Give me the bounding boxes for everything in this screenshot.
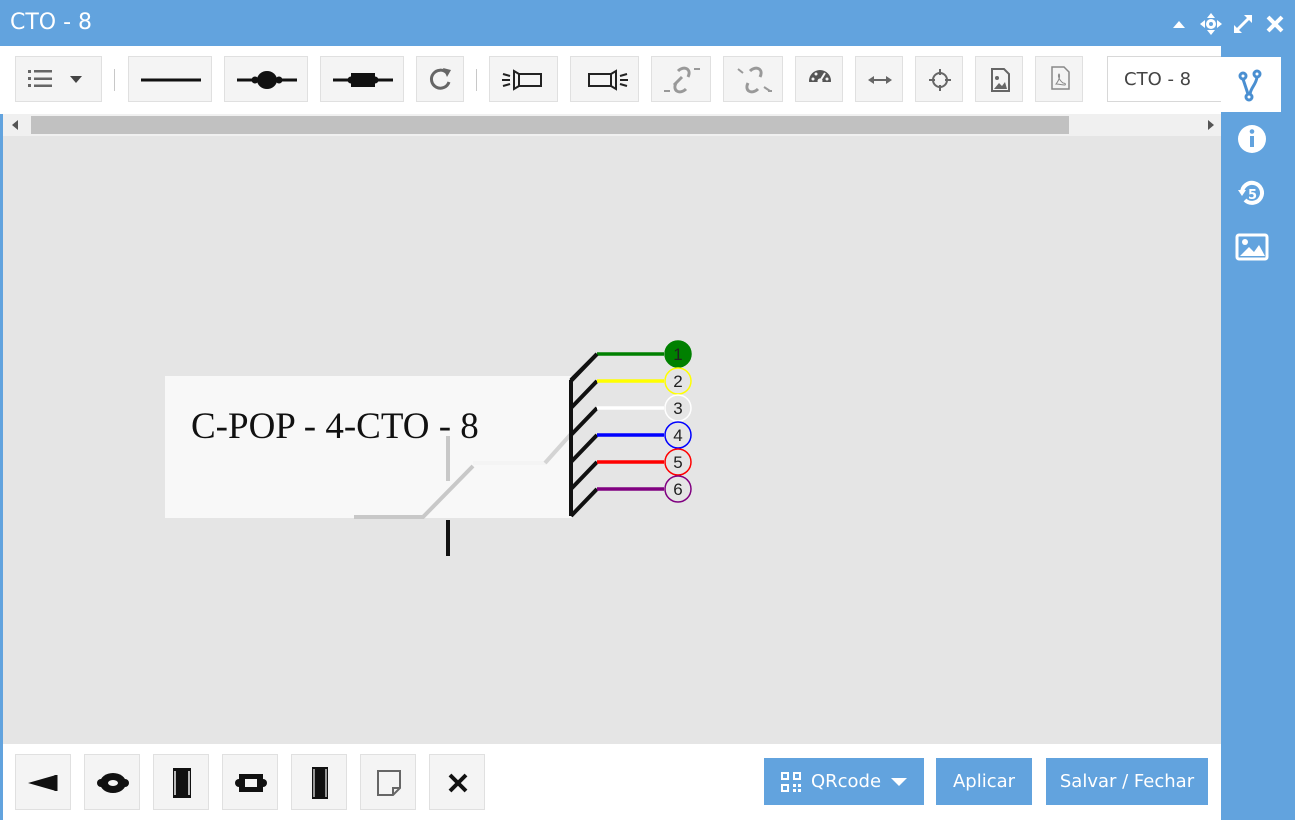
close-icon[interactable] xyxy=(1263,12,1287,36)
note-icon xyxy=(377,770,401,796)
splice-box-icon xyxy=(333,73,393,87)
disconnect-icon xyxy=(737,66,772,94)
light-meter-button[interactable] xyxy=(570,56,639,102)
add-connector-button[interactable] xyxy=(15,754,71,810)
light-meter-icon xyxy=(588,69,628,91)
right-sidebar xyxy=(1221,46,1295,820)
move-icon[interactable] xyxy=(1199,12,1223,36)
gauge-button[interactable] xyxy=(795,56,843,102)
list-menu-button[interactable] xyxy=(15,56,102,102)
pdf-export-button[interactable] xyxy=(1035,56,1083,102)
chevron-down-icon xyxy=(891,777,908,786)
fiber-number: 4 xyxy=(673,426,682,445)
title-bar: CTO - 8 xyxy=(0,0,1295,46)
add-dio-button[interactable] xyxy=(291,754,347,810)
add-splitter-button[interactable] xyxy=(153,754,209,810)
locate-button[interactable] xyxy=(915,56,963,102)
toolbar xyxy=(0,46,1221,114)
splice-round-icon xyxy=(237,71,297,89)
box-label: C-POP - 4-CTO - 8 xyxy=(191,406,479,447)
tab-diagram[interactable] xyxy=(1221,57,1281,112)
list-icon xyxy=(28,70,52,87)
connector-slant xyxy=(569,433,599,464)
fiber-number: 6 xyxy=(673,480,682,499)
window-title: CTO - 8 xyxy=(10,10,93,35)
splice-round-button[interactable] xyxy=(224,56,308,102)
close-icon xyxy=(448,773,468,793)
fiber-number: 2 xyxy=(673,372,682,391)
chevron-down-icon xyxy=(70,76,82,83)
scroll-left-icon[interactable] xyxy=(12,120,18,130)
image-icon[interactable] xyxy=(1235,230,1269,264)
connect-button[interactable] xyxy=(651,56,711,102)
qrcode-label: QRcode xyxy=(810,771,882,792)
measure-button[interactable] xyxy=(855,56,903,102)
svg-text:5: 5 xyxy=(1248,188,1257,203)
fiber-number: 3 xyxy=(673,399,682,418)
add-note-button[interactable] xyxy=(360,754,416,810)
connector-slant xyxy=(569,460,599,491)
image-export-button[interactable] xyxy=(975,56,1023,102)
chip-icon xyxy=(173,768,191,798)
save-close-button[interactable]: Salvar / Fechar xyxy=(1046,758,1208,805)
cable-line-button[interactable] xyxy=(128,56,212,102)
gauge-icon xyxy=(809,70,831,93)
collapse-icon[interactable] xyxy=(1167,12,1191,36)
delete-button[interactable] xyxy=(429,754,485,810)
splice-box-icon xyxy=(235,774,267,792)
apply-button[interactable]: Aplicar xyxy=(936,758,1032,805)
add-splice-box-button[interactable] xyxy=(222,754,278,810)
rack-icon xyxy=(312,767,328,799)
connector-cap xyxy=(569,352,599,382)
light-source-icon xyxy=(502,69,542,91)
qrcode-icon xyxy=(780,771,801,792)
info-icon[interactable] xyxy=(1235,122,1269,156)
connector-icon xyxy=(28,775,58,791)
light-source-button[interactable] xyxy=(489,56,558,102)
arrows-horizontal-icon xyxy=(868,76,892,84)
fiber-6[interactable]: 6 xyxy=(569,475,692,518)
history-icon[interactable]: 5 xyxy=(1235,176,1269,210)
name-field[interactable]: CTO - 8 xyxy=(1107,56,1221,102)
cto-box[interactable] xyxy=(165,376,573,518)
connector-slant xyxy=(569,379,599,410)
splice-box-button[interactable] xyxy=(320,56,404,102)
connect-icon xyxy=(664,66,700,94)
disconnect-button[interactable] xyxy=(723,56,783,102)
scroll-right-icon[interactable] xyxy=(1208,120,1214,130)
fiber-number: 1 xyxy=(673,345,682,364)
maximize-icon[interactable] xyxy=(1231,12,1255,36)
connector-slant xyxy=(569,487,599,518)
fiber-number: 5 xyxy=(673,453,682,472)
branch-icon xyxy=(1238,69,1262,102)
horizontal-scrollbar[interactable] xyxy=(3,114,1221,136)
add-splice-round-button[interactable] xyxy=(84,754,140,810)
file-image-icon xyxy=(991,68,1010,92)
connector-slant xyxy=(569,406,599,437)
splice-round-icon xyxy=(97,773,129,793)
qrcode-button[interactable]: QRcode xyxy=(764,758,924,805)
file-pdf-icon xyxy=(1051,66,1070,90)
crosshair-icon xyxy=(929,69,951,91)
diagram-canvas[interactable]: C-POP - 4-CTO - 8 1 2 3 4 5 6 xyxy=(3,136,1221,744)
diagram: C-POP - 4-CTO - 8 1 2 3 4 5 6 xyxy=(165,340,692,556)
refresh-button[interactable] xyxy=(416,56,464,102)
scrollbar-thumb[interactable] xyxy=(31,116,1069,134)
